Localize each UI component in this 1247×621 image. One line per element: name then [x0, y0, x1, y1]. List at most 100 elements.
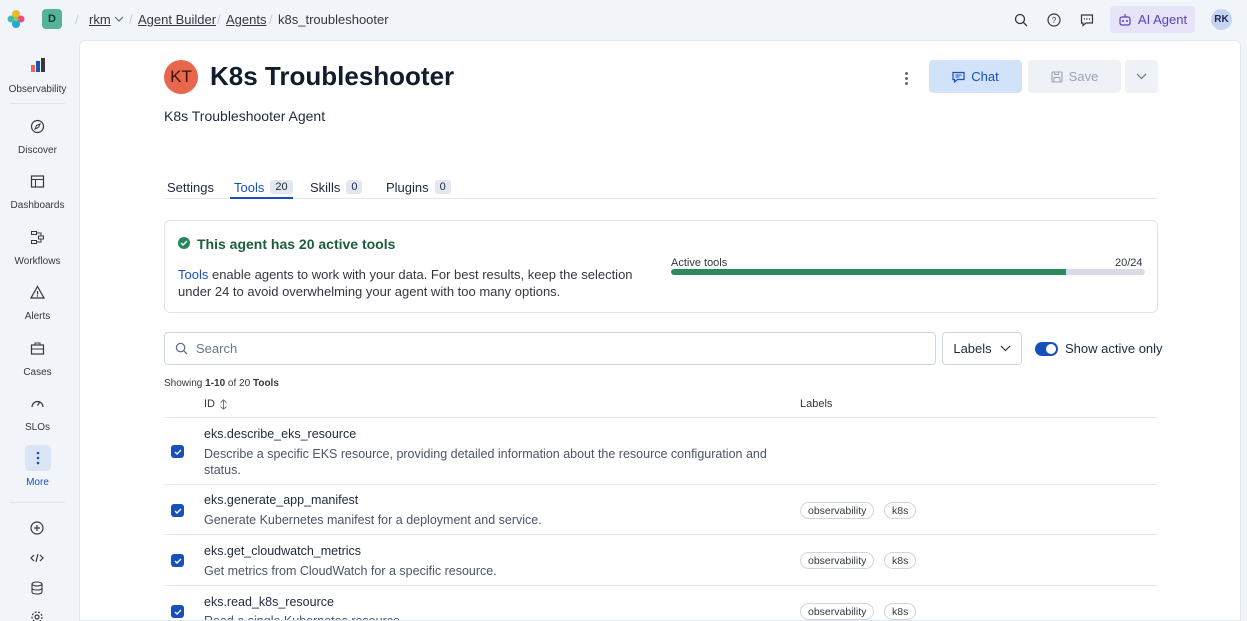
agent-description: K8s Troubleshooter Agent [164, 108, 326, 124]
chevron-down-icon[interactable] [114, 15, 124, 23]
tool-description: Describe a specific EKS resource, provid… [204, 447, 767, 477]
tools-link[interactable]: Tools [178, 267, 208, 282]
tab-tools[interactable]: Tools 20 [234, 175, 293, 199]
sidebar-item-observability[interactable]: Observability [0, 52, 75, 95]
label-badge[interactable]: observability [800, 603, 875, 620]
help-icon[interactable]: ? [1044, 10, 1064, 30]
sidebar-item-dashboards[interactable]: Dashboards [0, 168, 75, 211]
label-badge[interactable]: observability [800, 502, 875, 519]
elastic-logo-icon[interactable] [6, 9, 26, 29]
breadcrumb-separator: / [129, 12, 133, 27]
table-row[interactable]: eks.get_cloudwatch_metrics Get metrics f… [164, 535, 1158, 586]
row-checkbox[interactable] [171, 605, 184, 618]
more-actions-icon[interactable] [898, 68, 914, 88]
check-circle-icon [178, 237, 190, 249]
breadcrumb-space[interactable]: rkm [89, 12, 111, 27]
main-panel: KT K8s Troubleshooter K8s Troubleshooter… [79, 40, 1241, 621]
breadcrumb-separator: / [269, 12, 273, 27]
callout-body: enable agents to work with your data. Fo… [178, 267, 633, 299]
tab-skills[interactable]: Skills 0 [310, 175, 363, 199]
save-options-button[interactable] [1125, 60, 1158, 93]
tab-plugins[interactable]: Plugins 0 [386, 175, 451, 199]
label-badge[interactable]: k8s [884, 603, 917, 620]
feedback-icon[interactable] [1077, 10, 1097, 30]
table-row[interactable]: eks.describe_eks_resource Describe a spe… [164, 418, 1158, 485]
label-badge[interactable]: observability [800, 552, 875, 569]
database-icon[interactable] [27, 578, 47, 598]
breadcrumb-agents[interactable]: Agents [226, 12, 266, 27]
results-range: 1-10 [205, 378, 226, 389]
show-active-only-toggle[interactable] [1035, 342, 1058, 356]
results-total: of 20 [225, 378, 253, 389]
active-tab-indicator [230, 197, 293, 199]
sidebar-item-alerts[interactable]: Alerts [0, 279, 75, 322]
observability-icon [25, 52, 51, 78]
chevron-down-icon [1000, 345, 1011, 352]
column-header-labels: Labels [800, 398, 832, 410]
sidebar-item-label: Dashboards [10, 200, 65, 211]
tool-id[interactable]: eks.read_k8s_resource [204, 595, 334, 609]
top-bar: D / rkm / Agent Builder / Agents / k8s_t… [0, 0, 1247, 40]
agent-avatar: KT [164, 60, 198, 94]
alerts-icon [25, 279, 51, 305]
sidebar-divider [10, 502, 65, 503]
active-tools-callout: This agent has 20 active tools Tools ena… [164, 220, 1158, 313]
slos-icon [25, 390, 51, 416]
progress-label: Active tools [671, 257, 728, 269]
chat-button[interactable]: Chat [929, 60, 1022, 93]
sidebar-item-workflows[interactable]: Workflows [0, 224, 75, 267]
progress-fill [671, 269, 1066, 275]
row-checkbox[interactable] [171, 445, 184, 458]
tab-label: Plugins [386, 179, 429, 195]
tab-bar: Settings Tools 20 Skills 0 Plugins 0 [164, 167, 1158, 199]
callout-title: This agent has 20 active tools [197, 236, 396, 252]
table-row[interactable]: eks.generate_app_manifest Generate Kuber… [164, 485, 1158, 535]
sidebar-item-more[interactable]: More [0, 445, 75, 488]
chevron-down-icon [1136, 73, 1147, 80]
table-row[interactable]: eks.read_k8s_resource Read a single Kube… [164, 586, 1158, 621]
row-checkbox[interactable] [171, 554, 184, 567]
tab-settings[interactable]: Settings [167, 175, 214, 199]
tool-id[interactable]: eks.get_cloudwatch_metrics [204, 544, 361, 558]
search-field[interactable] [164, 332, 936, 365]
breadcrumb-agent-builder[interactable]: Agent Builder [138, 12, 216, 27]
gear-icon[interactable] [27, 607, 47, 621]
workflows-icon [25, 224, 51, 250]
page-title: K8s Troubleshooter [210, 61, 455, 91]
chat-icon [952, 71, 965, 83]
sidebar: Observability Discover Dashboards Workfl… [0, 40, 75, 621]
row-checkbox[interactable] [171, 504, 184, 517]
breadcrumb-current: k8s_troubleshooter [278, 12, 389, 27]
sidebar-item-slos[interactable]: SLOs [0, 390, 75, 433]
add-icon[interactable] [27, 518, 47, 538]
space-avatar[interactable]: D [42, 9, 62, 29]
tab-label: Skills [310, 179, 341, 195]
search-icon[interactable] [1011, 10, 1031, 30]
labels-filter-label: Labels [953, 341, 992, 356]
sidebar-divider [10, 103, 65, 104]
ai-agent-button[interactable]: AI Agent [1110, 6, 1195, 33]
tool-id[interactable]: eks.describe_eks_resource [204, 427, 356, 441]
svg-text:?: ? [1052, 16, 1057, 25]
label-badge[interactable]: k8s [884, 552, 917, 569]
sidebar-item-cases[interactable]: Cases [0, 335, 75, 378]
user-avatar[interactable]: RK [1211, 9, 1232, 30]
code-icon[interactable] [27, 548, 47, 568]
tab-count-badge: 20 [270, 180, 293, 194]
sidebar-item-label: Observability [8, 84, 67, 95]
labels-filter-button[interactable]: Labels [942, 332, 1022, 365]
tool-id[interactable]: eks.generate_app_manifest [204, 493, 358, 507]
results-count: Showing 1-10 of 20 Tools [164, 378, 279, 389]
tab-count-badge: 0 [346, 180, 363, 194]
sidebar-item-label: Discover [18, 145, 57, 156]
label-badge[interactable]: k8s [884, 502, 917, 519]
search-input[interactable] [196, 341, 896, 356]
tab-label: Tools [234, 179, 265, 195]
save-button[interactable]: Save [1028, 60, 1121, 93]
sidebar-item-discover[interactable]: Discover [0, 113, 75, 156]
breadcrumb-separator: / [75, 12, 79, 27]
save-button-label: Save [1068, 69, 1099, 84]
sidebar-item-label: Workflows [14, 256, 61, 267]
tool-description: Read a single Kubernetes resource. [204, 614, 404, 621]
column-header-id[interactable]: ID [204, 398, 228, 410]
